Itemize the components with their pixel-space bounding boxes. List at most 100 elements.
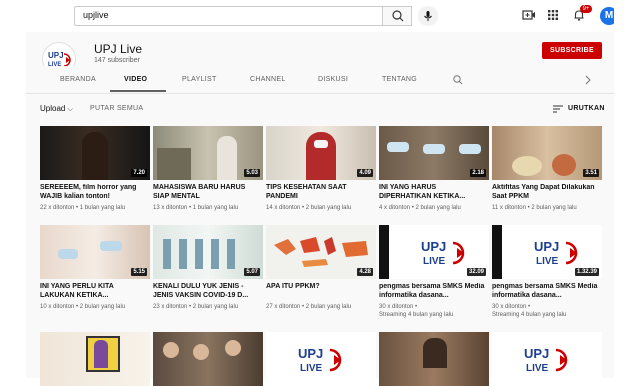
video-duration: 1.32.39: [574, 268, 599, 276]
tab-tentang[interactable]: TENTANG: [382, 76, 417, 83]
page: upjlive ✕: [0, 0, 624, 386]
video-card[interactable]: 4.28 APA ITU PPKM? 27 x ditonton • 2 bul…: [266, 225, 376, 311]
svg-text:UPJ: UPJ: [48, 51, 64, 60]
view-count: 30 x ditonton •: [379, 304, 418, 310]
video-card[interactable]: 7.20 SEREEEEM, film horror yang WAJIB ka…: [40, 126, 150, 212]
video-thumbnail[interactable]: 5.15: [40, 225, 150, 279]
video-card[interactable]: 5.07 KENALI DULU YUK JENIS - JENIS VAKSI…: [153, 225, 263, 311]
search-icon: [392, 10, 404, 22]
video-meta: 30 x ditonton • Streaming 4 bulan yang l…: [379, 303, 489, 319]
top-bar: upjlive ✕: [26, 0, 618, 32]
upj-live-logo-icon: UPJ LIVE: [534, 239, 578, 267]
svg-text:LIVE: LIVE: [536, 256, 559, 267]
search-input[interactable]: upjlive ✕: [74, 6, 408, 26]
video-title[interactable]: APA ITU PPKM?: [266, 283, 376, 300]
video-duration: 5.15: [131, 268, 147, 276]
search-text: upjlive: [83, 10, 109, 20]
video-meta: 13 x ditonton • 1 bulan yang lalu: [153, 205, 239, 211]
video-card[interactable]: UPJ LIVE 32.09 pengmas bersama SMKS Medi…: [379, 225, 489, 319]
chevron-right-icon[interactable]: [584, 75, 592, 85]
search-button[interactable]: [382, 6, 412, 26]
subscriber-count: 147 subscriber: [94, 57, 140, 64]
stream-date: Streaming 4 bulan yang lalu: [379, 312, 454, 318]
notification-badge: 9+: [580, 5, 592, 13]
tab-playlist[interactable]: PLAYLIST: [182, 76, 217, 83]
video-meta: 30 x ditonton • Streaming 4 bulan yang l…: [492, 303, 602, 319]
svg-text:LIVE: LIVE: [526, 363, 549, 374]
upj-live-logo-icon: UPJ LIVE: [421, 239, 465, 267]
svg-text:UPJ: UPJ: [534, 239, 559, 254]
video-card[interactable]: 4.09 TIPS KESEHATAN SAAT PANDEMI 14 x di…: [266, 126, 376, 212]
video-duration: 3.51: [583, 169, 599, 177]
tab-channel[interactable]: CHANNEL: [250, 76, 286, 83]
video-card[interactable]: 2.18 INI YANG HARUS DIPERHATIKAN KETIKA.…: [379, 126, 489, 212]
active-tab-indicator: [110, 90, 166, 92]
video-meta: 27 x ditonton • 2 bulan yang lalu: [266, 304, 352, 310]
video-card[interactable]: 3.51 Aktifitas Yang Dapat Dilakukan Saat…: [492, 126, 602, 212]
video-meta: 4 x ditonton • 2 bulan yang lalu: [379, 205, 461, 211]
video-thumbnail[interactable]: 4.09: [266, 126, 376, 180]
video-duration: 5.07: [244, 268, 260, 276]
video-duration: 4.09: [357, 169, 373, 177]
video-title[interactable]: pengmas bersama SMKS Media informatika d…: [492, 283, 602, 300]
stream-date: Streaming 4 bulan yang lalu: [492, 312, 567, 318]
video-title[interactable]: INI YANG HARUS DIPERHATIKAN KETIKA...: [379, 184, 489, 201]
svg-text:LIVE: LIVE: [300, 363, 323, 374]
svg-text:UPJ: UPJ: [524, 346, 549, 361]
upj-live-logo-icon: UPJ LIVE: [298, 346, 342, 374]
video-title[interactable]: MAHASISWA BARU HARUS SIAP MENTAL: [153, 184, 263, 201]
upj-live-logo-icon: UPJ LIVE: [524, 346, 568, 374]
video-card[interactable]: 5.03 MAHASISWA BARU HARUS SIAP MENTAL 13…: [153, 126, 263, 212]
video-title[interactable]: INI YANG PERLU KITA LAKUKAN KETIKA...: [40, 283, 150, 300]
left-margin: [0, 0, 26, 378]
tab-video[interactable]: VIDEO: [124, 76, 147, 83]
video-meta: 14 x ditonton • 2 bulan yang lalu: [266, 205, 352, 211]
video-meta: 10 x ditonton • 2 bulan yang lalu: [40, 304, 126, 310]
view-count: 30 x ditonton •: [492, 304, 531, 310]
video-title[interactable]: pengmas bersama SMKS Media informatika d…: [379, 283, 489, 300]
video-grid-area: Upload ⌵ PUTAR SEMUA URUTKAN 7.20 SEREEE…: [26, 94, 614, 386]
sort-icon[interactable]: [552, 104, 564, 114]
video-thumbnail[interactable]: 2.18: [379, 126, 489, 180]
video-thumbnail[interactable]: 5.03: [153, 126, 263, 180]
video-thumbnail[interactable]: 7.20: [40, 126, 150, 180]
subscribe-button[interactable]: SUBSCRIBE: [542, 42, 602, 59]
video-title[interactable]: SEREEEEM, film horror yang WAJIB kalian …: [40, 184, 150, 201]
video-duration: 32.09: [466, 268, 486, 276]
video-thumbnail[interactable]: 5.07: [153, 225, 263, 279]
tab-diskusi[interactable]: DISKUSI: [318, 76, 348, 83]
video-thumbnail[interactable]: 3.51: [492, 126, 602, 180]
svg-text:UPJ: UPJ: [298, 346, 323, 361]
video-title[interactable]: KENALI DULU YUK JENIS - JENIS VAKSIN COV…: [153, 283, 263, 300]
play-all-button[interactable]: PUTAR SEMUA: [90, 105, 143, 112]
video-title[interactable]: Aktifitas Yang Dapat Dilakukan Saat PPKM: [492, 184, 602, 201]
video-duration: 7.20: [131, 169, 147, 177]
chevron-down-icon: ⌵: [67, 106, 73, 113]
mic-button[interactable]: [418, 6, 438, 26]
tab-beranda[interactable]: BERANDA: [60, 76, 96, 83]
right-margin: [614, 0, 624, 378]
channel-search-icon[interactable]: [452, 74, 464, 86]
video-card[interactable]: 5.15 INI YANG PERLU KITA LAKUKAN KETIKA.…: [40, 225, 150, 311]
microphone-icon: [424, 11, 432, 21]
apps-grid-icon[interactable]: [546, 8, 560, 22]
video-duration: 2.18: [470, 169, 486, 177]
video-duration: 4.28: [357, 268, 373, 276]
video-card[interactable]: UPJ LIVE 1.32.39 pengmas bersama SMKS Me…: [492, 225, 602, 319]
video-title[interactable]: TIPS KESEHATAN SAAT PANDEMI: [266, 184, 376, 201]
video-thumbnail[interactable]: 4.28: [266, 225, 376, 279]
channel-name: UPJ Live: [94, 42, 143, 56]
video-meta: 11 x ditonton • 2 bulan yang lalu: [492, 205, 577, 211]
video-duration: 5.03: [244, 169, 260, 177]
upload-label: Upload: [40, 104, 66, 113]
svg-text:UPJ: UPJ: [421, 239, 446, 254]
svg-text:LIVE: LIVE: [423, 256, 446, 267]
upload-filter[interactable]: Upload ⌵: [40, 104, 73, 114]
sort-button[interactable]: URUTKAN: [568, 105, 605, 112]
video-thumbnail[interactable]: UPJ LIVE 1.32.39: [492, 225, 602, 279]
channel-tabs: BERANDA VIDEO PLAYLIST CHANNEL DISKUSI T…: [26, 66, 614, 94]
video-meta: 22 x ditonton • 1 bulan yang lalu: [40, 205, 126, 211]
video-thumbnail[interactable]: UPJ LIVE 32.09: [379, 225, 489, 279]
create-video-icon[interactable]: [522, 8, 536, 22]
video-meta: 23 x ditonton • 2 bulan yang lalu: [153, 304, 239, 310]
